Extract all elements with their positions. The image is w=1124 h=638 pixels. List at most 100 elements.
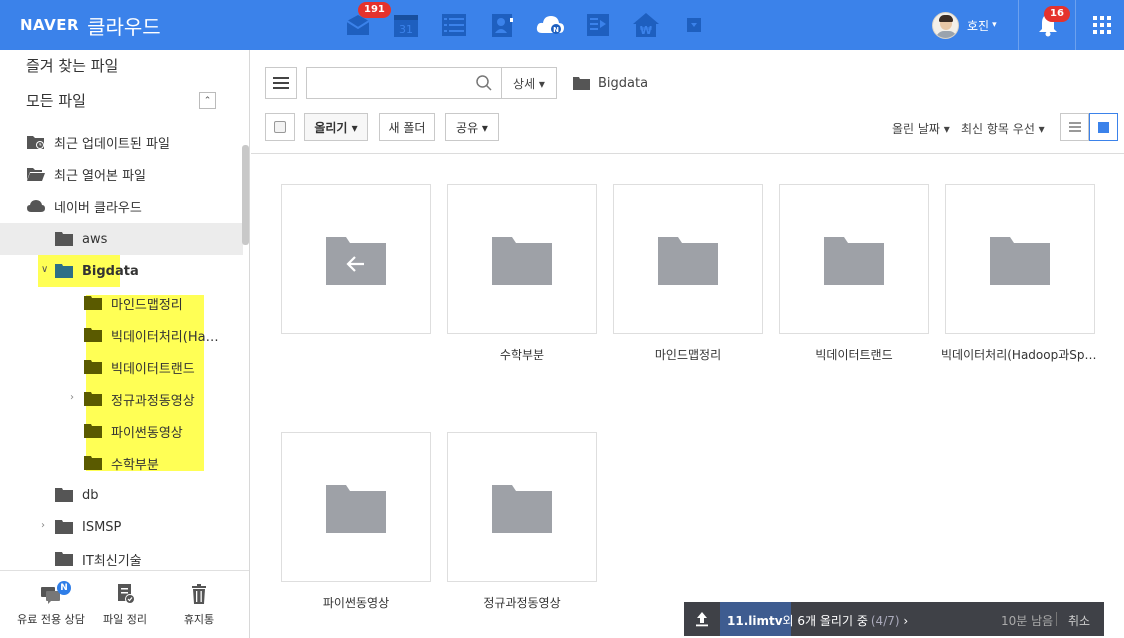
chevron-down-icon[interactable]: ∨ [41,264,48,275]
folder-label[interactable]: 빅데이터처리(Hadoop과Spark) [941,346,1101,363]
favorites-link[interactable]: 즐겨 찾는 파일 [26,55,118,76]
sidebar-item-label: 네이버 클라우드 [54,200,142,216]
brand-logo[interactable]: NAVER 클라우드 [20,0,161,50]
upload-message: 11.limtv외 6개 올리기 중 (4/7) › [727,612,908,629]
household-icon: ₩ [633,13,659,37]
folder-icon [326,485,386,533]
folder-icon [990,237,1050,285]
folder-card[interactable] [447,432,597,582]
list-view-button[interactable] [1060,113,1089,141]
calendar-day: 31 [399,23,413,36]
sidebar-scrollbar[interactable] [242,145,249,245]
collapse-button[interactable]: ⌃ [199,92,216,109]
thumbnail-view-button[interactable] [1089,113,1118,141]
folder-card[interactable] [447,184,597,334]
sort-by-date-dropdown[interactable]: 올린 날짜 ▾ [892,120,950,137]
tree-item-child[interactable]: › 정규과정동영상 [0,383,243,415]
folder-back-icon [326,237,386,285]
toolbar-divider [251,153,1124,154]
folder-label[interactable]: 수학부분 [439,346,605,363]
tree-item-child[interactable]: 수학부분 [0,447,243,479]
cloud-icon: N [536,16,564,34]
header-divider [1018,0,1019,50]
tree-item-db[interactable]: db [0,479,243,511]
trash-label: 휴지통 [183,613,215,626]
tree-item-child[interactable]: 빅데이터트랜드 [0,351,243,383]
memo-app-button[interactable] [580,7,616,43]
consult-button[interactable]: N 유료 전용 상담 [11,581,91,627]
hamburger-icon [273,77,289,79]
contacts-app-button[interactable] [484,7,520,43]
tree-item-child[interactable]: 마인드맵정리 [0,287,243,319]
trash-button[interactable]: 휴지통 [159,583,239,627]
folder-label[interactable]: 빅데이터트랜드 [771,346,937,363]
trash-icon [192,584,206,604]
user-name: 호진 [967,18,990,33]
calendar-app-button[interactable]: 31 [388,7,424,43]
sort-order-dropdown[interactable]: 최신 항목 우선 ▾ [961,120,1045,137]
folder-card[interactable] [779,184,929,334]
share-button[interactable]: 공유 ▾ [445,113,499,141]
upload-status-bar[interactable]: 11.limtv외 6개 올리기 중 (4/7) › 10분 남음 취소 [684,602,1104,636]
upload-text: 외 6개 올리기 중 [782,614,868,628]
folder-icon [55,552,73,566]
parent-folder-card[interactable] [281,184,431,334]
breadcrumb-current[interactable]: Bigdata [598,76,648,91]
folder-card[interactable] [945,184,1095,334]
caret-down-icon: ▾ [992,20,997,30]
top-header: NAVER 클라우드 191 31 N ₩ 호진 ▾ 16 [0,0,1124,50]
tree-item-label: 정규과정동영상 [111,393,195,409]
folder-icon [658,237,718,285]
sidebar-item-recent-opened[interactable]: 최근 열어본 파일 [26,163,146,185]
sidebar: 즐겨 찾는 파일 모든 파일 ⌃ 최근 업데이트된 파일 최근 열어본 파일 네… [0,50,250,638]
tree-item-ismsp[interactable]: › ISMSP [0,511,243,543]
sidebar-item-recent-updated[interactable]: 최근 업데이트된 파일 [26,131,170,153]
tree-item-child[interactable]: 파이썬동영상 [0,415,243,447]
upload-cancel-button[interactable]: 취소 [1068,612,1090,629]
folder-icon [573,77,590,90]
svg-text:N: N [553,26,559,34]
household-app-button[interactable]: ₩ [628,7,664,43]
search-icon[interactable] [475,74,493,92]
avatar [932,11,959,39]
new-folder-button[interactable]: 새 폴더 [379,113,435,141]
mail-app-button[interactable]: 191 [340,2,391,43]
folder-icon [55,520,73,534]
new-badge: N [57,581,71,595]
folder-icon [55,264,73,278]
tree-item-label: db [82,487,99,503]
user-menu[interactable]: 호진 ▾ [932,11,997,39]
detail-search-button[interactable]: 상세 ▾ [502,67,557,99]
tree-item-bigdata[interactable]: ∨ Bigdata [0,255,243,287]
tree-item-label: 빅데이터처리(Ha… [111,329,219,345]
more-apps-button[interactable] [676,7,712,43]
cloud-icon [27,200,45,212]
chevron-right-icon[interactable]: › [903,614,908,628]
folder-card[interactable] [281,432,431,582]
folder-label[interactable]: 정규과정동영상 [439,594,605,611]
folder-icon [824,237,884,285]
file-check-icon [118,584,135,604]
organize-button[interactable]: 파일 정리 [85,583,165,627]
folder-icon [492,237,552,285]
menu-toggle-button[interactable] [265,67,297,99]
task-app-button[interactable] [436,7,472,43]
sidebar-item-naver-cloud[interactable]: 네이버 클라우드 [26,195,142,217]
all-files-link[interactable]: 모든 파일 [26,90,86,111]
chevron-right-icon[interactable]: › [41,520,45,531]
cloud-app-button[interactable]: N [532,7,568,43]
folder-label[interactable]: 마인드맵정리 [605,346,771,363]
select-all-checkbox[interactable] [265,113,295,141]
folder-label[interactable]: 파이썬동영상 [273,594,439,611]
upload-button[interactable]: 올리기 ▾ [304,113,368,141]
tree-item-aws[interactable]: aws [0,223,243,255]
search-input[interactable] [313,73,463,93]
tree-item-child[interactable]: 빅데이터처리(Ha… [0,319,243,351]
app-switcher: 191 31 N ₩ [340,2,724,43]
organize-label: 파일 정리 [103,613,147,626]
chevron-right-icon[interactable]: › [70,392,74,403]
tree-item-label: IT최신기술 [82,553,142,569]
apps-grid-icon[interactable] [1093,16,1111,34]
folder-card[interactable] [613,184,763,334]
folder-icon [84,328,102,342]
